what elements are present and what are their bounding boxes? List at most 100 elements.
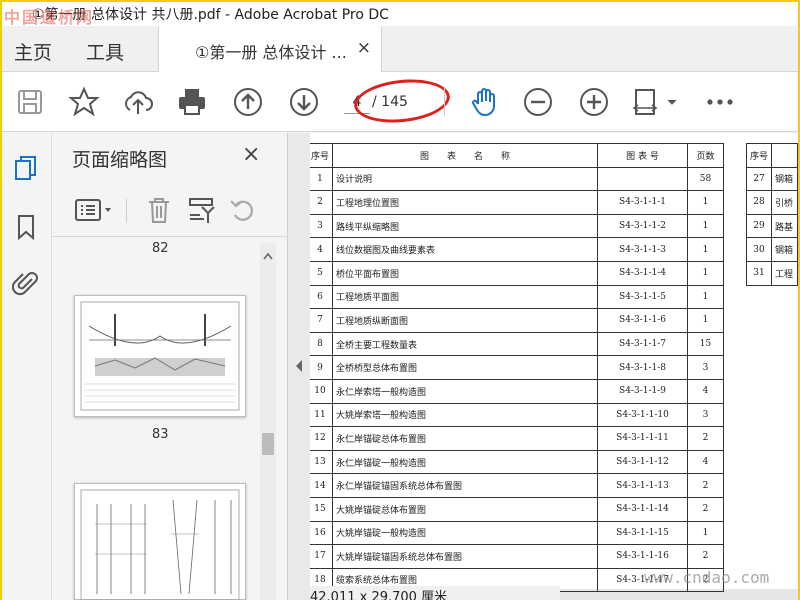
panel-tools-divider (126, 199, 127, 223)
save-icon[interactable] (14, 86, 46, 118)
close-panel-icon[interactable]: × (242, 142, 260, 167)
cell-pages: 2 (687, 473, 725, 498)
cell-name: 大姚岸锚碇总体布置图 (332, 496, 599, 522)
cell-name: 永仁岸索塔一般构造图 (332, 378, 599, 404)
bookmark-star-icon[interactable] (68, 86, 100, 118)
cell-no: 2 (310, 190, 334, 215)
hand-tool-icon[interactable] (468, 86, 500, 118)
fit-page-icon[interactable] (632, 86, 680, 118)
menu-tools[interactable]: 工具 (86, 38, 124, 65)
cell-code: S4-3-1-1-11 (597, 426, 689, 451)
cell-no: 6 (310, 284, 334, 310)
thumbnail-page-number: 83 (152, 427, 169, 442)
thumbnail-page-84[interactable] (74, 483, 246, 600)
cell-pages: 1 (687, 190, 725, 215)
table-row: 15 大姚岸锚碇总体布置图 S4-3-1-1-14 2 (310, 496, 725, 522)
cell-name: 全桥桥型总体布置图 (332, 355, 599, 380)
table-body-right: 27 钢箱 28 引桥 29 路基 30 钢箱 31 工程 (745, 166, 798, 286)
header-no-right: 序号 (745, 143, 773, 168)
attachments-icon[interactable] (12, 269, 40, 297)
zoom-out-icon[interactable] (522, 86, 554, 118)
panel-title: 页面缩略图 (72, 149, 168, 171)
more-tools-icon[interactable] (704, 86, 736, 118)
cell-name: 路线平纵缩略图 (332, 213, 599, 239)
window-title-bar: ①第一册 总体设计 共八册.pdf - Adobe Acrobat Pro DC (2, 2, 798, 26)
cell-name: 设计说明 (332, 166, 599, 192)
cell-name: 路基 (771, 213, 798, 239)
cell-name: 线位数据图及曲线要素表 (332, 237, 599, 262)
table-row: 11 大姚岸索塔一般构造图 S4-3-1-1-10 3 (310, 402, 725, 428)
cell-code: S4-3-1-1-10 (597, 402, 689, 428)
cell-name: 永仁岸锚碇一般构造图 (332, 449, 599, 475)
thumbnail-page-83[interactable] (74, 295, 246, 417)
cell-code: S4-3-1-1-14 (597, 496, 689, 522)
header-no: 序号 (310, 143, 334, 168)
cell-name: 全桥主要工程数量表 (332, 331, 599, 357)
cell-code: S4-3-1-1-2 (597, 213, 689, 239)
table-row: 12 永仁岸锚碇总体布置图 S4-3-1-1-11 2 (310, 426, 725, 451)
bookmarks-icon[interactable] (12, 213, 40, 241)
table-row: 30 钢箱 (745, 237, 798, 262)
cell-name: 工程地理位置图 (332, 190, 599, 215)
cell-pages: 1 (687, 520, 725, 546)
cell-no: 9 (310, 355, 334, 380)
table-row: 29 路基 (745, 213, 798, 239)
cell-pages: 1 (687, 260, 725, 286)
table-row: 14 永仁岸锚碇锚固系统总体布置图 S4-3-1-1-13 2 (310, 473, 725, 498)
site-watermark-url: www.cndao.com (644, 568, 770, 587)
cell-name: 大姚岸锚碇一般构造图 (332, 520, 599, 546)
tab-row: 主页 工具 ①第一册 总体设计 ... × (2, 26, 798, 72)
insert-page-icon[interactable] (186, 195, 216, 225)
drawing-index-table-right: 序号 27 钢箱 28 引桥 29 路基 30 钢箱 31 工程 (745, 143, 798, 286)
cell-name: 桥位平面布置图 (332, 260, 599, 286)
table-row: 2 工程地理位置图 S4-3-1-1-1 1 (310, 190, 725, 215)
table-row: 28 引桥 (745, 190, 798, 215)
document-view[interactable]: 序号 图 表 名 称 图 表 号 页数 1 设计说明 58 2 工程地理位置图 S4-3-… (310, 133, 798, 600)
thumbnail-panel: 页面缩略图 × 82 83 (52, 133, 288, 600)
cell-no: 27 (745, 166, 773, 192)
cell-code: S4-3-1-1-13 (597, 473, 689, 498)
zoom-in-icon[interactable] (578, 86, 610, 118)
cell-no: 28 (745, 190, 773, 215)
cell-code: S4-3-1-1-7 (597, 331, 689, 357)
table-row: 13 永仁岸锚碇一般构造图 S4-3-1-1-12 4 (310, 449, 725, 475)
table-header-row: 序号 (745, 143, 798, 168)
cell-no: 1 (310, 166, 334, 192)
delete-page-icon[interactable] (144, 195, 174, 225)
close-tab-icon[interactable]: × (357, 38, 371, 58)
next-page-icon[interactable] (288, 86, 320, 118)
cell-no: 3 (310, 213, 334, 239)
cell-pages: 2 (687, 496, 725, 522)
cell-pages: 3 (687, 402, 725, 428)
cell-code: S4-3-1-1-12 (597, 449, 689, 475)
page-thumbnails-icon[interactable] (12, 155, 40, 183)
cell-code: S4-3-1-1-4 (597, 260, 689, 286)
document-tab[interactable]: ①第一册 总体设计 ... × (158, 26, 382, 72)
menu-home[interactable]: 主页 (14, 38, 52, 65)
table-body: 1 设计说明 58 2 工程地理位置图 S4-3-1-1-1 1 3 路线平纵缩略图 S4-3-1… (310, 166, 725, 593)
cell-no: 10 (310, 378, 334, 404)
cell-name: 大姚岸索塔一般构造图 (332, 402, 599, 428)
table-row: 17 大姚岸锚碇锚固系统总体布置图 S4-3-1-1-16 2 (310, 544, 725, 569)
cell-no: 13 (310, 449, 334, 475)
main-toolbar: 4 / 145 (2, 72, 798, 132)
table-row: 7 工程地质纵断面图 S4-3-1-1-6 1 (310, 308, 725, 333)
cell-no: 4 (310, 237, 334, 262)
header-pages: 页数 (687, 143, 725, 168)
cell-name: 工程地质纵断面图 (332, 308, 599, 333)
cell-pages: 1 (687, 284, 725, 310)
header-name: 图 表 名 称 (332, 143, 599, 168)
cell-code: S4-3-1-1-8 (597, 355, 689, 380)
panel-collapse-bar[interactable] (288, 133, 310, 600)
cell-pages: 1 (687, 308, 725, 333)
cell-no: 29 (745, 213, 773, 239)
left-icon-rail (2, 133, 52, 600)
previous-page-icon[interactable] (232, 86, 264, 118)
rotate-page-icon[interactable] (228, 195, 258, 225)
thumbnail-options-icon[interactable] (74, 195, 114, 225)
cell-name: 永仁岸锚碇总体布置图 (332, 426, 599, 451)
print-icon[interactable] (176, 86, 208, 118)
cloud-upload-icon[interactable] (122, 86, 154, 118)
collapse-left-icon[interactable] (294, 359, 304, 373)
thumbnail-scrollbar[interactable] (260, 243, 276, 600)
